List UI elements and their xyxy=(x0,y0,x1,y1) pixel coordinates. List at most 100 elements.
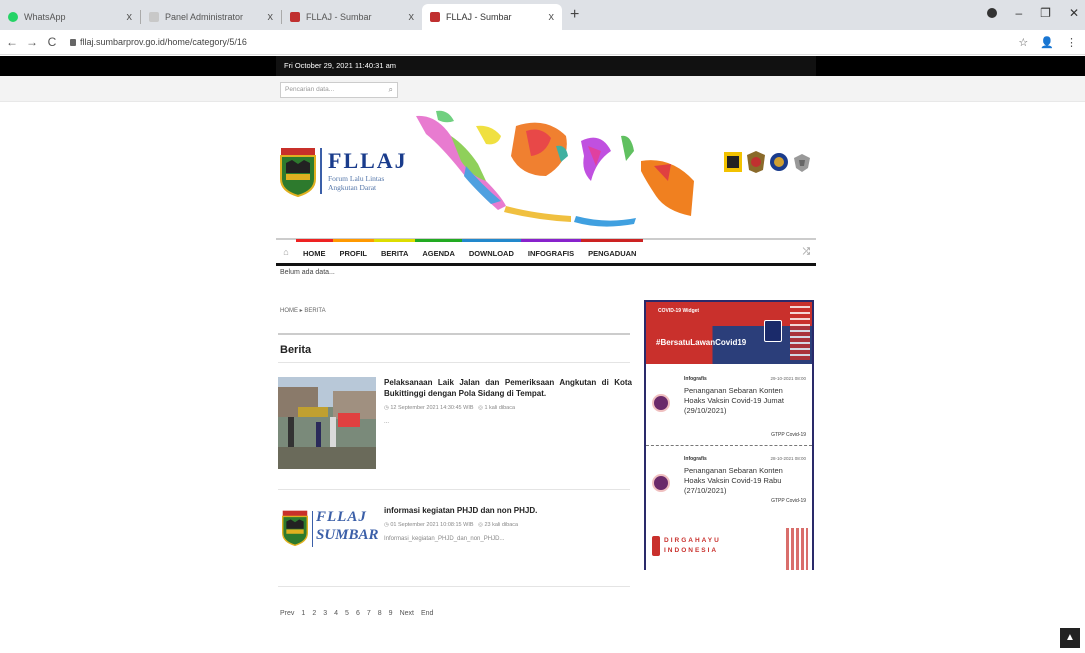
widget-item-title[interactable]: Penanganan Sebaran Konten Hoaks Vaksin C… xyxy=(684,466,802,496)
close-tab-icon[interactable]: x xyxy=(409,11,415,23)
widget-item-source: GTPP Covid-19 xyxy=(771,498,806,504)
pagination-page[interactable]: 5 xyxy=(345,610,349,617)
article-body: Pelaksanaan Laik Jalan dan Pemeriksaan A… xyxy=(384,377,632,425)
indonesia-map-graphic xyxy=(416,110,694,227)
browser-tab-fllaj-active[interactable]: FLLAJ - Sumbar x xyxy=(422,4,562,30)
article-title[interactable]: Pelaksanaan Laik Jalan dan Pemeriksaan A… xyxy=(384,377,632,399)
article-item: Pelaksanaan Laik Jalan dan Pemeriksaan A… xyxy=(278,377,632,477)
widget-item[interactable]: Infografis 28-10-2021 08:00 Penanganan S… xyxy=(646,446,812,526)
article-views: 1 kali dibaca xyxy=(484,405,516,411)
address-bar: ← → C fllaj.sumbarprov.go.id/home/catego… xyxy=(0,30,1085,55)
divider xyxy=(278,362,630,363)
bookmark-star-icon[interactable]: ☆ xyxy=(1018,36,1028,49)
pupr-emblem-icon xyxy=(724,152,742,172)
logo-subtitle-1: Forum Lalu Lintas xyxy=(328,174,385,183)
clock-icon: ◷ xyxy=(384,405,389,411)
dirgahayu-banner: DIRGAHAYU INDONESIA xyxy=(646,528,812,570)
main-nav: ⌂ HOME PROFIL BERITA AGENDA DOWNLOAD INF… xyxy=(276,238,816,266)
minimize-icon[interactable]: – xyxy=(1015,6,1022,20)
search-input[interactable]: Pencarian data... ⌕ xyxy=(280,82,398,98)
url-field[interactable]: fllaj.sumbarprov.go.id/home/category/5/1… xyxy=(70,37,247,47)
browser-tab-whatsapp[interactable]: WhatsApp x xyxy=(0,4,140,30)
widget-item-category: Infografis xyxy=(684,456,707,462)
forward-icon[interactable]: → xyxy=(24,35,40,49)
nav-item-pengaduan[interactable]: PENGADUAN xyxy=(581,238,644,262)
garuda-emblem-icon xyxy=(794,154,810,172)
logo-title: FLLAJ xyxy=(328,148,408,173)
breadcrumb[interactable]: HOME ▸ BERITA xyxy=(280,307,326,314)
widget-feed: Infografis 29-10-2021 08:00 Penanganan S… xyxy=(646,366,812,526)
search-icon[interactable]: ⌕ xyxy=(389,85,393,95)
menu-icon[interactable]: ⋮ xyxy=(1066,36,1077,49)
browser-tab-fllaj[interactable]: FLLAJ - Sumbar x xyxy=(282,4,422,30)
reload-icon[interactable]: C xyxy=(44,35,60,49)
covid-banner[interactable]: COVID-19 Widget #BersatuLawanCovid19 xyxy=(646,302,812,364)
shuffle-icon[interactable]: ⤮ xyxy=(803,246,810,257)
address-bar-actions: ☆ 👤 ⋮ xyxy=(1018,36,1077,49)
pagination-page[interactable]: 9 xyxy=(389,610,393,617)
article-date: 12 September 2021 14:30:45 WIB xyxy=(390,405,474,411)
nav-item-home[interactable]: HOME xyxy=(296,238,333,262)
fllaj-favicon xyxy=(290,12,300,22)
close-tab-icon[interactable]: x xyxy=(127,11,133,23)
widget-item[interactable]: Infografis 29-10-2021 08:00 Penanganan S… xyxy=(646,366,812,446)
thumb-text-1: FLLAJ xyxy=(316,509,367,525)
nav-item-infografis[interactable]: INFOGRAFIS xyxy=(520,238,582,262)
nav-item-download[interactable]: DOWNLOAD xyxy=(461,238,521,262)
pagination-end[interactable]: End xyxy=(421,610,433,617)
browser-tab-panel[interactable]: Panel Administrator x xyxy=(141,4,281,30)
nav-item-agenda[interactable]: AGENDA xyxy=(415,238,462,262)
url-text: fllaj.sumbarprov.go.id/home/category/5/1… xyxy=(80,37,247,47)
infografis-icon xyxy=(652,394,670,412)
logo-subtitle-2: Angkutan Darat xyxy=(328,183,377,192)
article-item: FLLAJ SUMBAR informasi kegiatan PHJD dan… xyxy=(278,505,632,575)
page-icon xyxy=(149,12,159,22)
pagination-page[interactable]: 8 xyxy=(378,610,382,617)
partner-emblems xyxy=(723,150,812,174)
fllaj-favicon xyxy=(430,12,440,22)
new-tab-button[interactable]: + xyxy=(570,6,579,24)
widget-hashtag: #BersatuLawanCovid19 xyxy=(656,338,747,347)
maximize-icon[interactable]: ❐ xyxy=(1040,6,1051,20)
article-thumbnail[interactable] xyxy=(278,377,376,469)
widget-item-title[interactable]: Penanganan Sebaran Konten Hoaks Vaksin C… xyxy=(684,386,802,416)
article-meta: ◷ 12 September 2021 14:30:45 WIB ◎ 1 kal… xyxy=(384,405,632,411)
dirgahayu-line-1: DIRGAHAYU xyxy=(664,537,721,544)
thumb-text-2: SUMBAR xyxy=(316,527,379,543)
pagination-page[interactable]: 1 xyxy=(301,610,305,617)
infografis-icon xyxy=(652,474,670,492)
close-tab-icon[interactable]: x xyxy=(549,11,555,23)
search-placeholder: Pencarian data... xyxy=(285,86,335,93)
satgas-badge-icon xyxy=(764,320,782,342)
decorative-pattern xyxy=(786,528,808,570)
date-time: Fri October 29, 2021 11:40:31 am xyxy=(276,56,816,76)
sumbar-shield-logo xyxy=(280,148,316,197)
article-views: 23 kali dibaca xyxy=(484,522,519,528)
article-thumbnail[interactable]: FLLAJ SUMBAR xyxy=(278,505,379,555)
browser-tab-bar: WhatsApp x Panel Administrator x FLLAJ -… xyxy=(0,0,1085,30)
dirgahayu-text: DIRGAHAYU INDONESIA xyxy=(664,536,721,556)
scroll-to-top-button[interactable]: ▲ xyxy=(1060,628,1080,648)
account-icon[interactable]: 👤 xyxy=(1040,36,1054,49)
pagination-page[interactable]: 6 xyxy=(356,610,360,617)
pagination-page[interactable]: 2 xyxy=(312,610,316,617)
hut-ri-badge-icon xyxy=(652,536,660,556)
tab-label: FLLAJ - Sumbar xyxy=(446,12,512,22)
pagination-page[interactable]: 3 xyxy=(323,610,327,617)
close-window-icon[interactable]: ✕ xyxy=(1069,6,1079,20)
divider xyxy=(278,489,630,490)
back-icon[interactable]: ← xyxy=(4,35,20,49)
divider xyxy=(278,586,630,587)
nav-item-profil[interactable]: PROFIL xyxy=(332,238,374,262)
pagination-page[interactable]: 4 xyxy=(334,610,338,617)
article-title[interactable]: informasi kegiatan PHJD dan non PHJD. xyxy=(384,505,632,516)
profile-icon[interactable] xyxy=(987,8,998,18)
widget-item-source: GTPP Covid-19 xyxy=(771,432,806,438)
pagination-next[interactable]: Next xyxy=(400,610,414,617)
nav-item-berita[interactable]: BERITA xyxy=(374,238,416,262)
divider xyxy=(278,333,630,335)
pagination-page[interactable]: 7 xyxy=(367,610,371,617)
pagination-prev[interactable]: Prev xyxy=(280,610,294,617)
close-tab-icon[interactable]: x xyxy=(268,11,274,23)
home-icon[interactable]: ⌂ xyxy=(276,247,296,257)
